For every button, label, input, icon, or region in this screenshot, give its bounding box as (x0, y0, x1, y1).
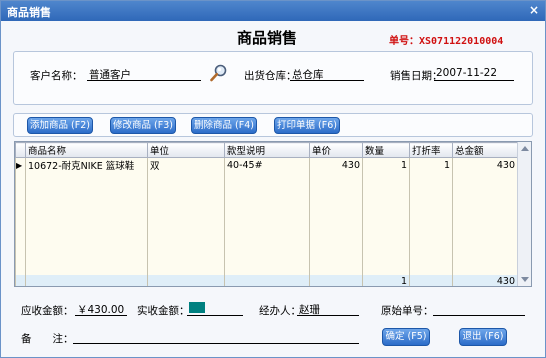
edit-product-button[interactable]: 修改商品 (F3) (110, 117, 176, 134)
footer-qty: 1 (362, 275, 410, 286)
window-title: 商品销售 (7, 6, 51, 19)
empty-row-area (15, 172, 518, 286)
close-icon[interactable]: × (529, 3, 539, 17)
delete-product-button[interactable]: 删除商品 (F4) (191, 117, 257, 134)
print-button[interactable]: 打印单据 (F6) (274, 117, 340, 134)
cell-price[interactable]: 430 (309, 157, 363, 172)
column-header-total[interactable]: 总金额 (452, 142, 518, 158)
customer-label: 客户名称： (30, 70, 83, 82)
sales-window: 商品销售 × 商品销售 单号：XS071122010004 客户名称： 普通客户… (0, 0, 546, 358)
cell-total[interactable]: 430 (452, 157, 518, 172)
cell-discount[interactable]: 1 (409, 157, 453, 172)
original-no-label: 原始单号： (381, 305, 434, 317)
grid-header: 商品名称 单位 款型说明 单价 数量 打折率 总金额 (15, 142, 518, 158)
warehouse-label: 出货仓库： (244, 70, 297, 82)
scroll-down-arrow-icon[interactable] (521, 277, 529, 282)
receivable-label: 应收金额： (21, 305, 74, 317)
column-header-style[interactable]: 款型说明 (224, 142, 310, 158)
handler-field[interactable]: 赵珊 (297, 302, 359, 316)
note-field[interactable] (73, 330, 359, 344)
cell-name[interactable]: 10672-耐克NIKE 篮球鞋 (25, 157, 148, 172)
add-product-button[interactable]: 添加商品 (F2) (27, 117, 93, 134)
page-title: 商品销售 (237, 29, 298, 47)
grid-footer: 1 430 (15, 275, 518, 286)
confirm-button[interactable]: 确定 (F5) (382, 328, 430, 346)
cell-style[interactable]: 40-45# (224, 157, 310, 172)
exit-button[interactable]: 退出 (F6) (459, 328, 507, 346)
receivable-field: ￥430.00 (75, 302, 127, 316)
toolbar: 添加商品 (F2) 修改商品 (F3) 删除商品 (F4) 打印单据 (F6) (13, 113, 533, 137)
original-no-field[interactable] (433, 302, 525, 316)
row-selector[interactable]: ▶ (15, 157, 26, 172)
date-field[interactable]: 2007-11-22 (434, 67, 514, 81)
handler-label: 经办人： (259, 305, 301, 317)
scroll-up-arrow-icon[interactable] (521, 146, 529, 151)
cell-unit[interactable]: 双 (147, 157, 225, 172)
grid-scrollbar[interactable] (517, 142, 531, 286)
search-icon[interactable] (209, 63, 229, 83)
title-bar[interactable]: 商品销售 × (1, 1, 545, 21)
note-label: 备 注： (21, 333, 74, 345)
footer-total: 430 (452, 275, 518, 286)
column-header-unit[interactable]: 单位 (147, 142, 225, 158)
column-header-discount[interactable]: 打折率 (409, 142, 453, 158)
order-number: 单号：XS071122010004 (389, 36, 504, 47)
column-header-price[interactable]: 单价 (309, 142, 363, 158)
row-header-corner (15, 142, 26, 158)
warehouse-field[interactable]: 总仓库 (290, 67, 364, 81)
customer-field[interactable]: 普通客户 (87, 67, 201, 81)
cell-qty[interactable]: 1 (362, 157, 410, 172)
received-value: 430 (189, 302, 205, 313)
table-row[interactable]: ▶ 10672-耐克NIKE 篮球鞋 双 40-45# 430 1 1 430 (15, 157, 518, 172)
product-grid[interactable]: 商品名称 单位 款型说明 单价 数量 打折率 总金额 ▶ 10672-耐克NIK… (14, 141, 532, 287)
column-header-qty[interactable]: 数量 (362, 142, 410, 158)
received-label: 实收金额： (137, 305, 190, 317)
received-field[interactable]: 430 (187, 302, 243, 316)
column-header-name[interactable]: 商品名称 (25, 142, 148, 158)
info-panel: 客户名称： 普通客户 出货仓库： 总仓库 销售日期： 2007-11-22 (13, 51, 533, 105)
